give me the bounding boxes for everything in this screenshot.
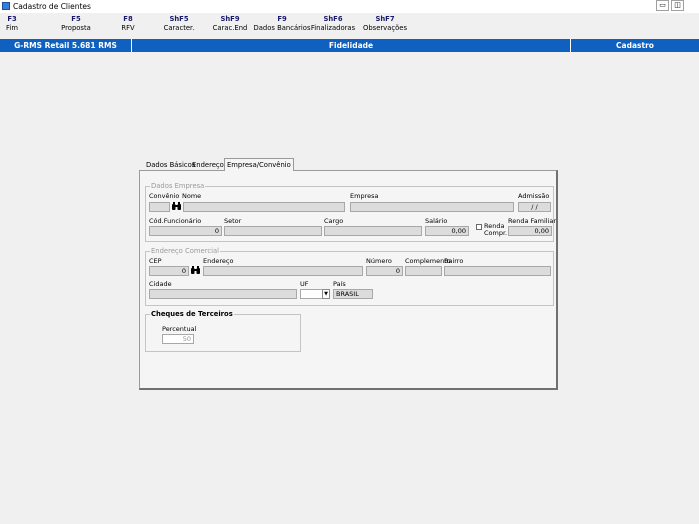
fkey-code: F3 [7,15,17,23]
numero-label: Número [366,257,392,265]
status-bar: G-RMS Retail 5.681 RMS Fidelidade Cadast… [0,39,699,52]
pais-label: País [333,280,346,288]
renda-compr-checkbox[interactable] [476,224,482,230]
finalizadoras-button[interactable]: ShF6 Finalizadoras [311,15,355,33]
numero-field[interactable]: 0 [366,266,403,276]
empresa-field[interactable] [350,202,514,212]
title-bar: Cadastro de Clientes ▭ ◫ [0,0,699,13]
group-title: Dados Empresa [150,182,206,190]
cod-funcionario-field[interactable]: 0 [149,226,222,236]
empresa-convenio-panel: Dados Empresa Convênio Nome Empresa Admi… [139,170,558,390]
chevron-down-icon[interactable]: ▼ [322,289,330,299]
admissao-label: Admissão [518,192,550,200]
renda-compr-label: Compr. [484,229,508,237]
rfv-button[interactable]: F8 RFV [121,15,134,33]
percentual-label: Percentual [162,325,197,333]
fkey-label: RFV [121,24,135,32]
cargo-label: Cargo [324,217,344,225]
binoculars-icon[interactable] [171,202,181,212]
cheques-terceiros-group: Cheques de Terceiros Percentual 50 [145,310,301,352]
fkey-label: Proposta [61,24,91,32]
cod-funcionario-label: Cód.Funcionário [149,217,202,225]
renda-familiar-label: Renda Familiar [508,217,557,225]
endereco-comercial-group: Endereço Comercial CEP 0 Endereço Número… [145,247,554,306]
restore-button[interactable]: ◫ [671,0,684,11]
complemento-field[interactable] [405,266,442,276]
window-title: Cadastro de Clientes [13,2,91,11]
fkey-code: F9 [277,15,287,23]
function-key-toolbar: F3 Fim F5 Proposta F8 RFV ShF5 Caracter.… [0,13,699,39]
app-icon [2,2,10,10]
dados-bancarios-button[interactable]: F9 Dados Bancários [254,15,311,33]
fkey-code: F5 [71,15,81,23]
salario-field[interactable]: 0,00 [425,226,469,236]
tab-label: Empresa/Convênio [227,161,291,169]
carac-end-button[interactable]: ShF9 Carac.End [213,15,248,33]
empresa-label: Empresa [350,192,379,200]
cep-label: CEP [149,257,162,265]
mode-label: Cadastro [616,41,654,50]
renda-familiar-field[interactable]: 0,00 [508,226,552,236]
fkey-code: ShF9 [220,15,240,23]
fim-button[interactable]: F3 Fim [6,15,18,33]
cargo-field[interactable] [324,226,422,236]
minimize-button[interactable]: ▭ [656,0,669,11]
pais-field[interactable]: BRASIL [333,289,373,299]
tab-empresa-convenio[interactable]: Empresa/Convênio [224,158,294,171]
convenio-field[interactable] [149,202,170,212]
admissao-field[interactable]: / / [518,202,551,212]
group-title: Endereço Comercial [150,247,221,255]
caracter-button[interactable]: ShF5 Caracter. [164,15,195,33]
cep-field[interactable]: 0 [149,266,189,276]
binoculars-icon[interactable] [190,266,200,276]
fkey-label: Observações [363,24,407,32]
bairro-label: Bairro [444,257,464,265]
setor-label: Setor [224,217,242,225]
dados-empresa-group: Dados Empresa Convênio Nome Empresa Admi… [145,182,557,242]
fkey-code: ShF7 [375,15,395,23]
bairro-field[interactable] [444,266,551,276]
binoculars-icon-svg [171,202,181,210]
uf-label: UF [300,280,309,288]
version-label: G-RMS Retail 5.681 RMS [14,41,117,50]
cidade-field[interactable] [149,289,297,299]
fkey-code: ShF5 [169,15,189,23]
fkey-code: F8 [123,15,133,23]
fkey-label: Finalizadoras [310,24,356,32]
nome-field[interactable] [183,202,345,212]
setor-field[interactable] [224,226,322,236]
salario-label: Salário [425,217,448,225]
proposta-button[interactable]: F5 Proposta [61,15,91,33]
nome-label: Nome [182,192,202,200]
endereco-label: Endereço [203,257,234,265]
fkey-label: Caracter. [163,24,195,32]
fkey-label: Dados Bancários [253,24,311,32]
convenio-label: Convênio [149,192,180,200]
binoculars-icon-svg [190,266,200,274]
fkey-code: ShF6 [323,15,343,23]
fkey-label: Fim [6,24,18,32]
fkey-label: Carac.End [212,24,248,32]
tab-label: Endereços [192,161,228,169]
tab-label: Dados Básicos [146,161,196,169]
cidade-label: Cidade [149,280,172,288]
module-label: Fidelidade [328,41,374,50]
group-title: Cheques de Terceiros [150,310,234,318]
endereco-field[interactable] [203,266,363,276]
observacoes-button[interactable]: ShF7 Observações [363,15,407,33]
percentual-field[interactable]: 50 [162,334,194,344]
